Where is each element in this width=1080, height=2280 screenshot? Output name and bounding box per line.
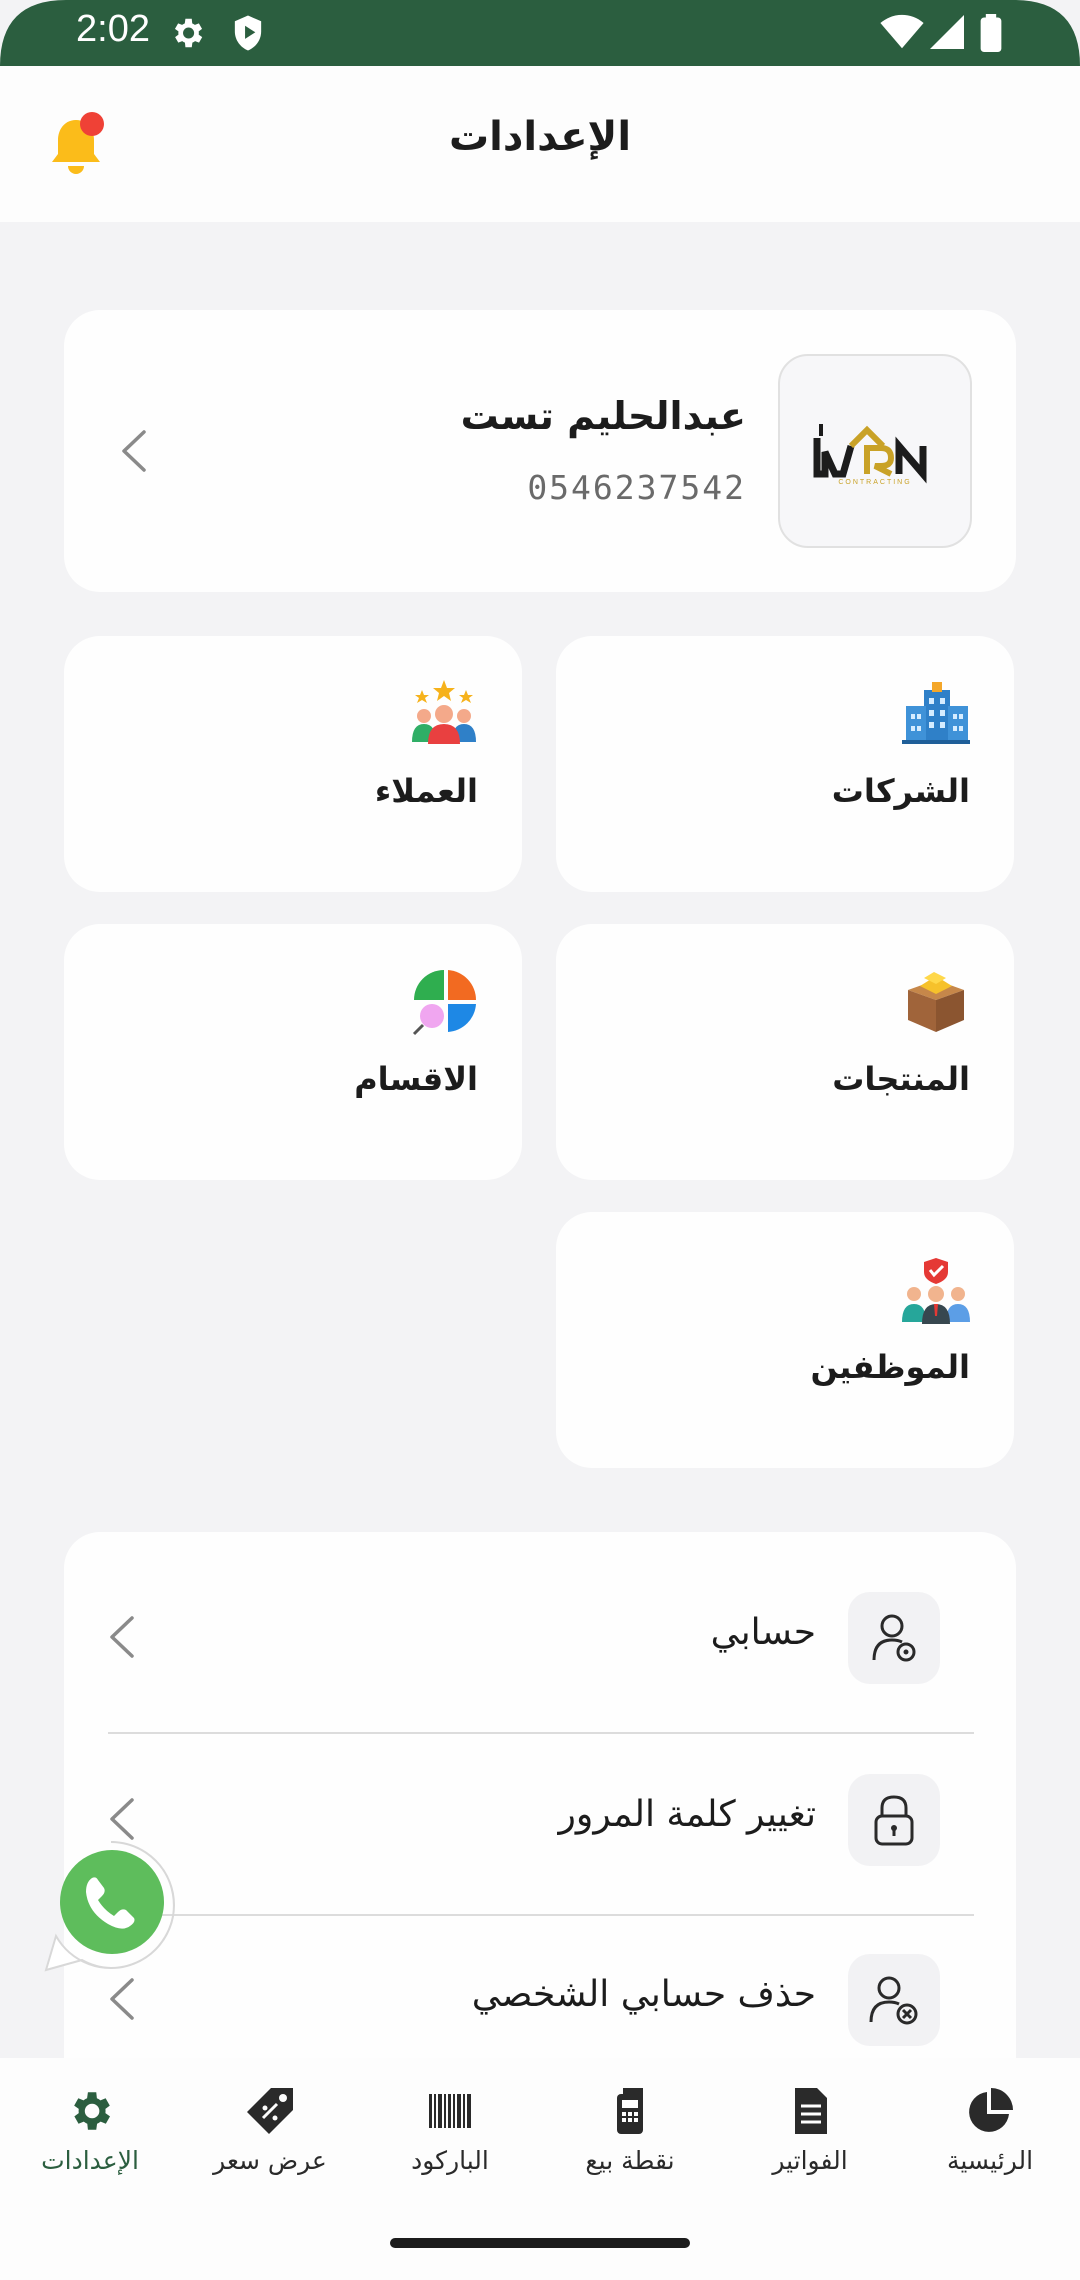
page-title: الإعدادات — [448, 114, 632, 160]
nav-barcode-label: الباركود — [411, 2146, 489, 2175]
nav-pos[interactable]: نقطة بيع — [540, 2086, 720, 2206]
menu-item-change-password[interactable]: تغيير كلمة المرور — [64, 1714, 1016, 1894]
nav-pos-label: نقطة بيع — [585, 2146, 675, 2175]
user-remove-icon — [869, 1976, 918, 2025]
lock-icon-box — [848, 1774, 940, 1866]
gear-icon — [74, 2092, 110, 2130]
tile-employees[interactable]: الموظفين — [556, 1212, 1014, 1468]
tile-employees-label: الموظفين — [810, 1348, 970, 1386]
settings-icon — [174, 18, 203, 48]
menu-label-my-account: حسابي — [710, 1612, 816, 1653]
menu-item-my-account[interactable]: حسابي — [64, 1532, 1016, 1712]
whatsapp-icon[interactable] — [44, 1838, 178, 1972]
signal-icon — [930, 15, 964, 49]
profile-card[interactable]: CONTRACTING عبدالحليم تست 0546237542 — [64, 310, 1016, 592]
pos-terminal-icon — [617, 2088, 643, 2134]
wrn-logo: CONTRACTING — [813, 424, 927, 486]
invoice-icon — [795, 2088, 827, 2134]
price-tag-icon — [247, 2088, 293, 2134]
barcode-icon — [429, 2094, 471, 2128]
menu-item-delete-account[interactable]: حذف حسابي الشخصي — [64, 1894, 1016, 2074]
tile-categories-label: الاقسام — [354, 1060, 478, 1098]
battery-icon — [980, 14, 1002, 52]
employees-icon — [902, 1258, 970, 1324]
nav-barcode[interactable]: الباركود — [360, 2086, 540, 2206]
app-header: الإعدادات — [0, 66, 1080, 222]
chevron-left-icon[interactable] — [104, 1614, 138, 1660]
wifi-icon — [880, 14, 924, 49]
menu-label-delete-account: حذف حسابي الشخصي — [471, 1974, 816, 2015]
nav-invoices-label: الفواتير — [772, 2146, 848, 2175]
tile-customers[interactable]: العملاء — [64, 636, 522, 892]
product-box-icon — [908, 972, 964, 1032]
nav-home-label: الرئيسية — [946, 2146, 1034, 2175]
home-indicator[interactable] — [390, 2238, 690, 2248]
status-time: 2:02 — [76, 8, 150, 50]
company-logo: CONTRACTING — [778, 354, 972, 548]
nav-settings[interactable]: الإعدادات — [0, 2086, 180, 2206]
logo-subtext: CONTRACTING — [838, 479, 911, 486]
tile-companies-label: الشركات — [831, 772, 970, 810]
tile-products-label: المنتجات — [832, 1060, 970, 1098]
nav-quote-label: عرض سعر — [213, 2146, 327, 2175]
account-menu: حسابي تغيير كلمة المرور حذف حسابي الشخصي — [64, 1532, 1016, 2092]
chevron-left-icon[interactable] — [116, 428, 150, 474]
categories-icon — [412, 970, 477, 1036]
tile-products[interactable]: المنتجات — [556, 924, 1014, 1180]
nav-quote[interactable]: عرض سعر — [180, 2086, 360, 2206]
tile-categories[interactable]: الاقسام — [64, 924, 522, 1180]
chevron-left-icon[interactable] — [104, 1976, 138, 2022]
profile-name: عبدالحليم تست — [460, 394, 746, 438]
bell-icon[interactable] — [40, 110, 112, 182]
user-remove-icon-box — [848, 1954, 940, 2046]
nav-settings-label: الإعدادات — [41, 2146, 139, 2175]
nav-home[interactable]: الرئيسية — [900, 2086, 1080, 2206]
chevron-left-icon[interactable] — [104, 1796, 138, 1842]
pie-chart-icon — [969, 2088, 1013, 2132]
menu-label-change-password: تغيير كلمة المرور — [558, 1794, 816, 1835]
nav-invoices[interactable]: الفواتير — [720, 2086, 900, 2206]
user-gear-icon — [872, 1614, 916, 1662]
customers-icon — [412, 680, 476, 744]
profile-phone: 0546237542 — [527, 468, 746, 507]
shield-play-icon — [234, 15, 262, 51]
tile-customers-label: العملاء — [374, 772, 478, 810]
tile-companies[interactable]: الشركات — [556, 636, 1014, 892]
status-bar: 2:02 — [0, 0, 1080, 66]
buildings-icon — [902, 682, 970, 744]
user-settings-icon-box — [848, 1592, 940, 1684]
lock-icon — [874, 1795, 914, 1846]
